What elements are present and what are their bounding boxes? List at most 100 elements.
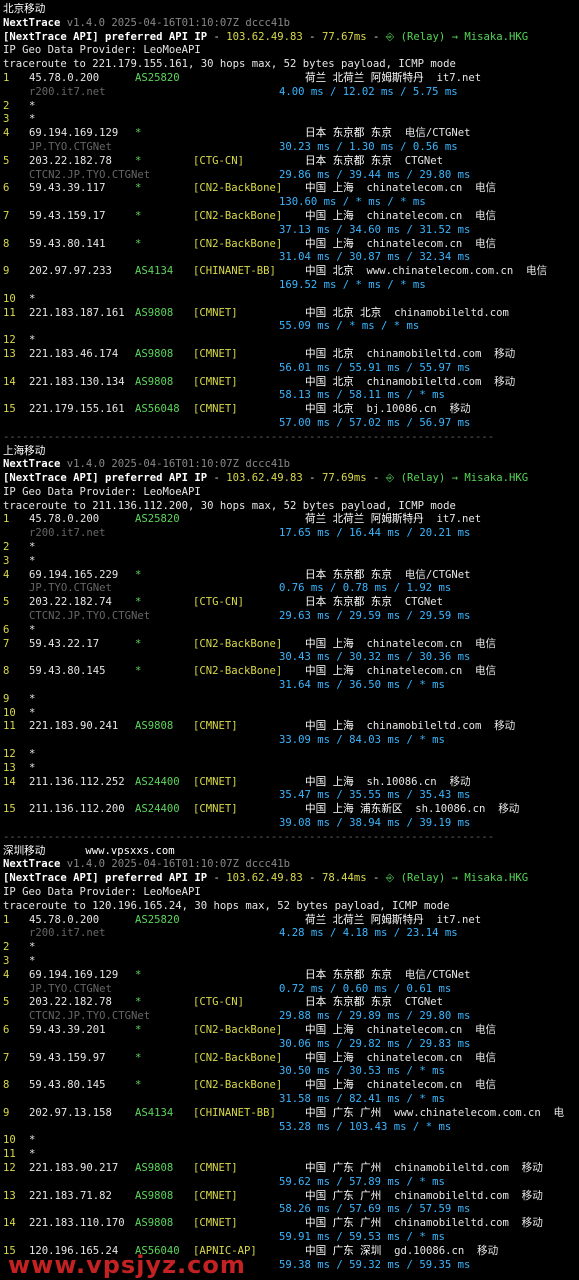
trace-line: traceroute to 221.179.155.161, 30 hops m… (3, 58, 456, 71)
trace-line: traceroute to 211.136.112.200, 30 hops m… (3, 499, 456, 512)
hop-detail: 31.64 ms / 36.50 ms / * ms (3, 679, 579, 693)
hop-ip: 202.97.97.233 (29, 265, 112, 278)
hop-hostname (3, 224, 279, 238)
hop-tag (193, 624, 305, 638)
hop-row: 7 59.43.159.17 * [CN2-BackBone] 中国 上海 chinat… (3, 210, 579, 224)
hop-rtt: 59.62 ms / 57.89 ms / * ms (279, 1175, 445, 1188)
hop-tag (193, 127, 305, 141)
hop-detail: 58.13 ms / 58.11 ms / * ms (3, 389, 579, 403)
hop-detail: 57.00 ms / 57.02 ms / 56.97 ms (3, 417, 579, 431)
hop-org: CTGNet (404, 154, 443, 167)
hop-geo: 日本 东京都 东京 (305, 996, 392, 1009)
hop-geo: 中国 上海 (305, 209, 354, 222)
hop-row: 10 * (3, 707, 579, 721)
hop-number: 2 (3, 99, 10, 112)
hop-rtt: 39.08 ms / 38.94 ms / 39.19 ms (279, 817, 471, 830)
site-label: www.vpsxxs.com (85, 844, 175, 857)
hop-ip: 69.194.169.129 (29, 127, 119, 140)
api-line: [NextTrace API] preferred API IP - 103.6… (3, 472, 529, 485)
hop-detail: 33.09 ms / 84.03 ms / * ms (3, 734, 579, 748)
hop-hostname (3, 1093, 279, 1107)
hop-org: chinamobileltd.com 移动 (366, 720, 516, 733)
hop-row: 2 * (3, 100, 579, 114)
hop-number: 1 (3, 71, 10, 84)
hop-ip: 59.43.39.117 (29, 182, 106, 195)
hop-tag (193, 762, 305, 776)
hop-row: 14 211.136.112.252 AS24400 [CMNET] 中国 上海 sh.… (3, 776, 579, 790)
hop-asn (135, 941, 193, 955)
hop-rtt: 30.43 ms / 30.32 ms / 30.36 ms (279, 651, 471, 664)
hop-number: 8 (3, 665, 10, 678)
hop-number: 3 (3, 113, 10, 126)
hop-ip: * (29, 292, 36, 305)
hop-detail: 30.06 ms / 29.82 ms / 29.83 ms (3, 1038, 579, 1052)
hop-rtt: 0.72 ms / 0.60 ms / 0.61 ms (279, 982, 452, 995)
hop-geo: 中国 北京 (305, 403, 354, 416)
hop-hostname (3, 651, 279, 665)
hop-asn (135, 113, 193, 127)
hop-ip: 45.78.0.200 (29, 913, 100, 926)
hop-hostname: JP.TYO.CTGNet (29, 982, 112, 995)
hop-hostname (3, 389, 279, 403)
hop-tag: [CMNET] (193, 347, 238, 360)
hop-detail: 58.26 ms / 57.69 ms / 57.59 ms (3, 1203, 579, 1217)
hop-row: 2 * (3, 941, 579, 955)
hop-ip: 203.22.182.78 (29, 996, 112, 1009)
hop-tag: [CMNET] (193, 1161, 238, 1174)
hop-number: 1 (3, 913, 10, 926)
hop-number: 3 (3, 954, 10, 967)
hop-org: chinamobileltd.com 移动 (394, 1161, 543, 1174)
version-header: NextTrace v1.4.0 2025-04-16T01:10:07Z dc… (3, 17, 579, 31)
hop-rtt: 59.91 ms / 59.53 ms / * ms (279, 1230, 445, 1243)
hop-asn: AS9808 (135, 1161, 174, 1174)
hop-ip: 45.78.0.200 (29, 71, 100, 84)
hop-tag: [CMNET] (193, 306, 238, 319)
hop-asn (135, 1134, 193, 1148)
hop-tag: [CMNET] (193, 803, 238, 816)
hop-org: chinatelecom.cn 电信 (366, 665, 497, 678)
geo-provider: IP Geo Data Provider: LeoMoeAPI (3, 44, 201, 57)
hop-org: chinatelecom.cn 电信 (366, 182, 497, 195)
hop-row: 3 * (3, 555, 579, 569)
hop-asn: * (135, 637, 142, 650)
hop-number: 9 (3, 692, 10, 705)
hop-rtt: 58.13 ms / 58.11 ms / * ms (279, 389, 445, 402)
hop-ip: 59.43.159.17 (29, 209, 106, 222)
hop-hostname (3, 1038, 279, 1052)
hop-tag (193, 941, 305, 955)
hop-tag: [CN2-BackBone] (193, 1023, 283, 1036)
hop-detail: r200.it7.net 4.28 ms / 4.18 ms / 23.14 ms (3, 927, 579, 941)
hop-geo: 中国 广东 深圳 (305, 1244, 382, 1257)
hop-ip: 211.136.112.200 (29, 803, 125, 816)
hop-row: 5 203.22.182.78 * [CTG-CN] 日本 东京都 东京 CTGNet (3, 996, 579, 1010)
hop-org: chinatelecom.cn 电信 (366, 637, 497, 650)
hop-row: 1 45.78.0.200 AS25820 荷兰 北荷兰 阿姆斯特丹 it7.net (3, 72, 579, 86)
hop-tag (193, 293, 305, 307)
hop-ip: * (29, 692, 36, 705)
hop-org: CTGNet (404, 996, 443, 1009)
hop-hostname: r200.it7.net (29, 85, 106, 98)
hop-detail: r200.it7.net 17.65 ms / 16.44 ms / 20.21 … (3, 527, 579, 541)
hop-number: 11 (3, 720, 16, 733)
hop-detail: 37.13 ms / 34.60 ms / 31.52 ms (3, 224, 579, 238)
hop-tag: [CMNET] (193, 1217, 238, 1230)
hop-geo: 中国 上海 (305, 237, 354, 250)
hop-org: it7.net (436, 513, 482, 526)
api-line: [NextTrace API] preferred API IP - 103.6… (3, 30, 529, 43)
hop-geo: 中国 上海 (305, 1051, 354, 1064)
hop-detail: 55.09 ms / * ms / * ms (3, 320, 579, 334)
hop-ip: * (29, 941, 36, 954)
hop-number: 5 (3, 154, 10, 167)
hop-row: 1 45.78.0.200 AS25820 荷兰 北荷兰 阿姆斯特丹 it7.net (3, 914, 579, 928)
hop-asn (135, 624, 193, 638)
geo-provider: IP Geo Data Provider: LeoMoeAPI (3, 485, 201, 498)
hop-org: sh.10086.cn 移动 (415, 803, 520, 816)
hop-number: 7 (3, 1051, 10, 1064)
hop-number: 12 (3, 1161, 16, 1174)
hop-detail: 35.47 ms / 35.55 ms / 35.43 ms (3, 789, 579, 803)
hop-row: 8 59.43.80.141 * [CN2-BackBone] 中国 上海 chinat… (3, 238, 579, 252)
hop-detail: CTCN2.JP.TYO.CTGNet 29.63 ms / 29.59 ms /… (3, 610, 579, 624)
hop-row: 10 * (3, 1134, 579, 1148)
hop-ip: * (29, 1148, 36, 1161)
hop-tag (193, 748, 305, 762)
